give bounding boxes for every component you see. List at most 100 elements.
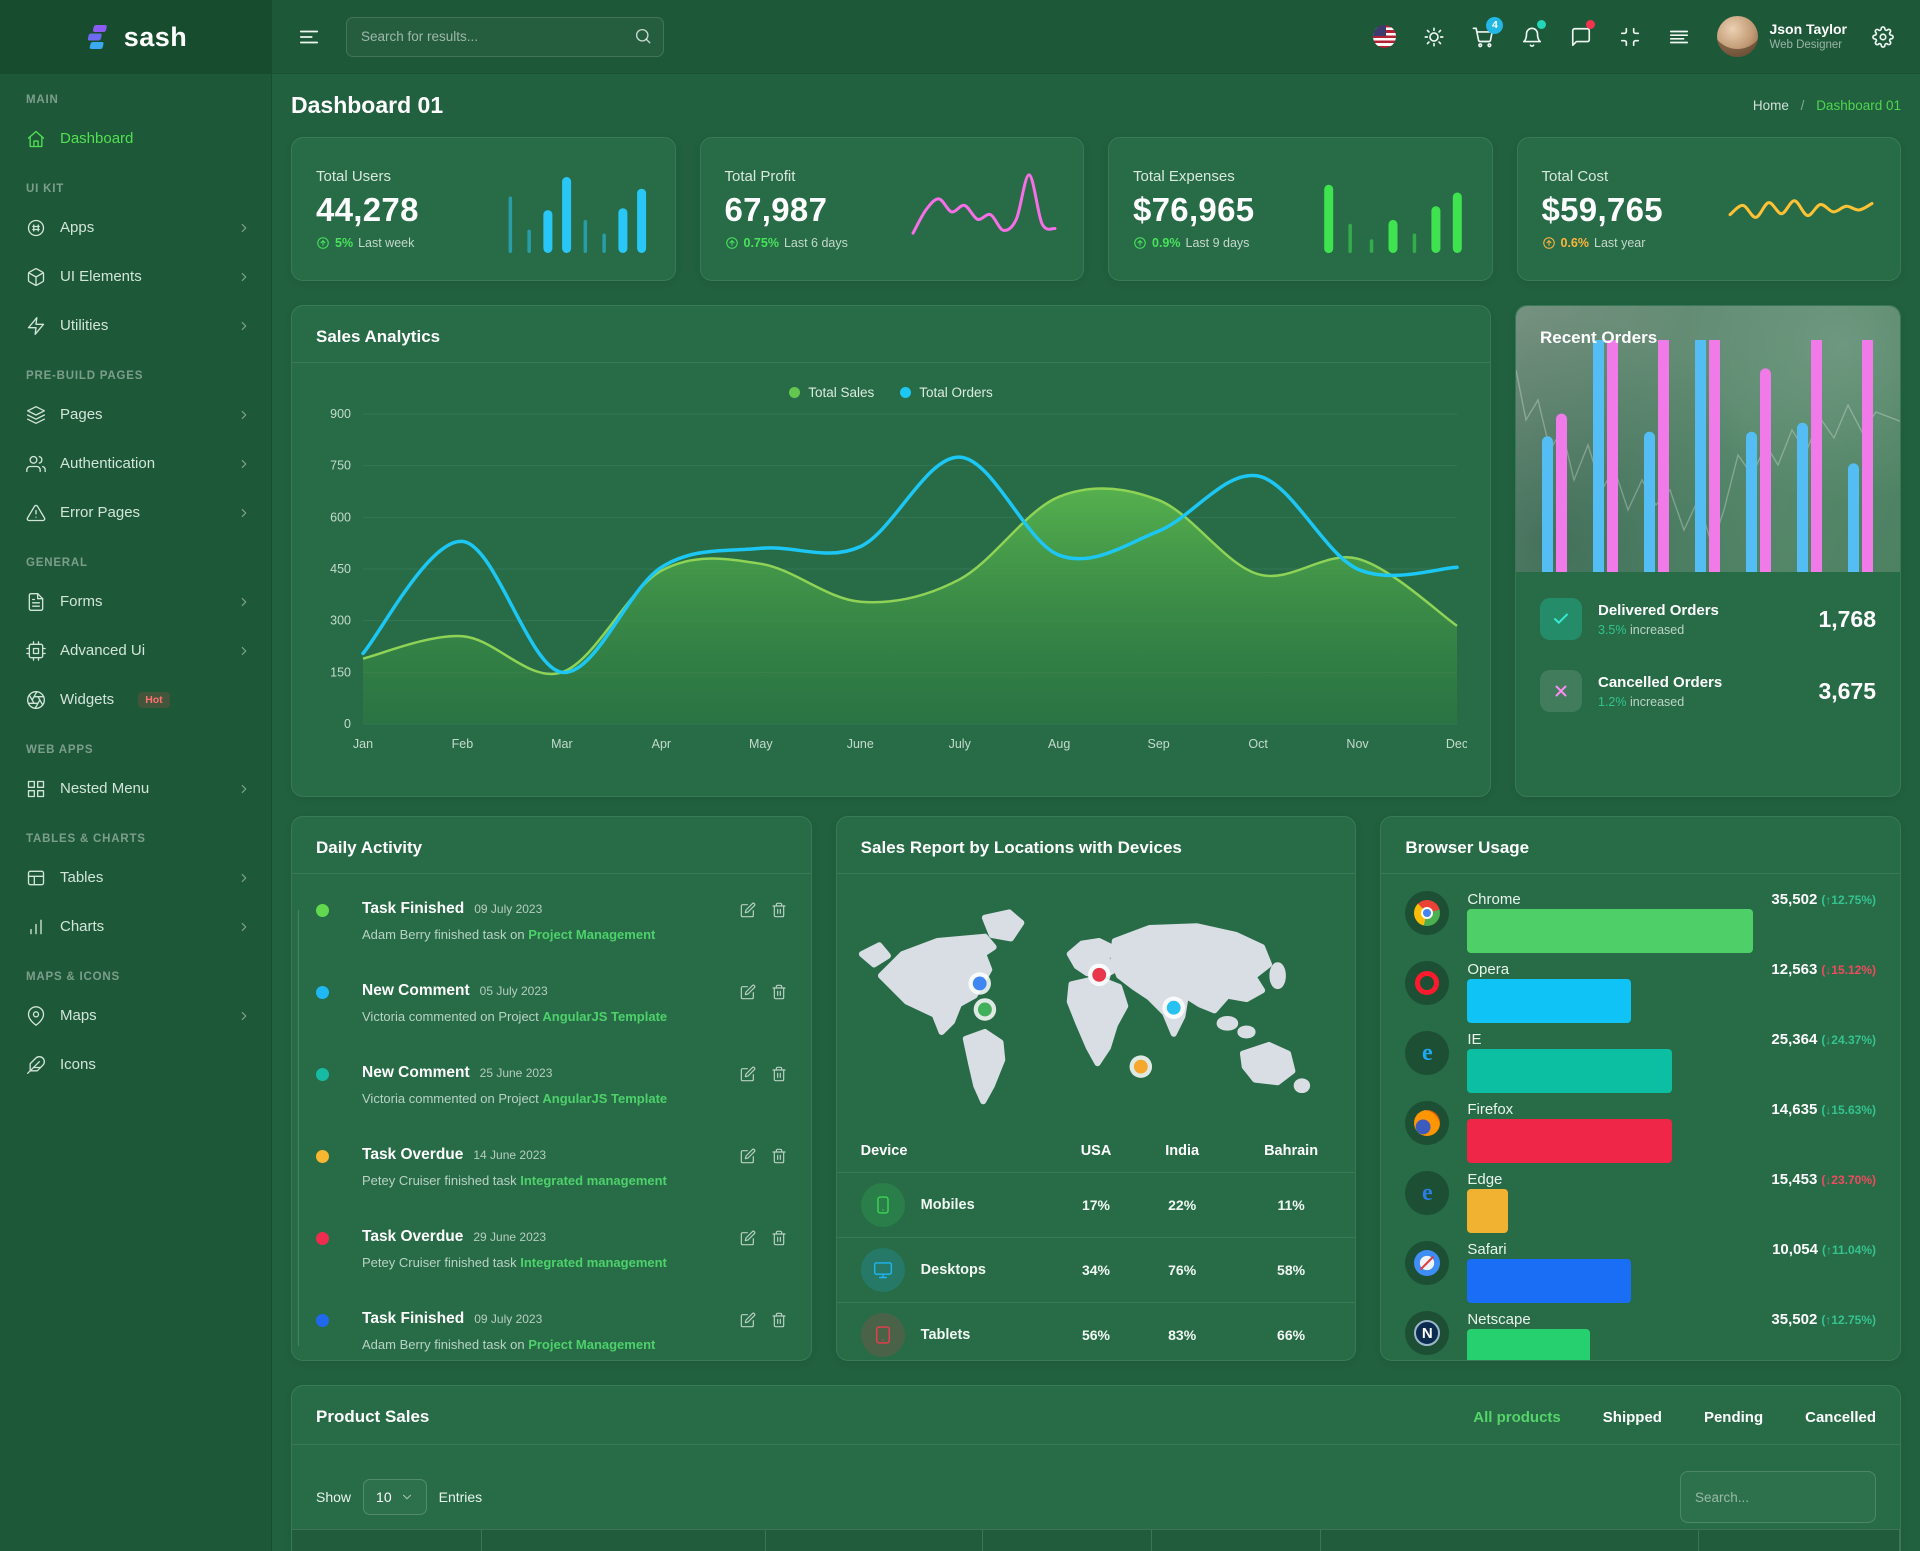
sidebar-item-error-pages[interactable]: Error Pages xyxy=(0,488,271,537)
trash-icon[interactable] xyxy=(771,1230,787,1246)
edit-icon[interactable] xyxy=(740,1148,756,1164)
sidebar-item-apps[interactable]: Apps xyxy=(0,203,271,252)
stat-value: 44,278 xyxy=(316,191,419,229)
browser-row-edge: e Edge 15,453(↓23.70%) xyxy=(1405,1158,1876,1228)
chevron-down-icon xyxy=(400,1490,414,1504)
brand-logo[interactable]: sash xyxy=(0,0,271,74)
tablet-icon xyxy=(861,1313,905,1357)
cart-icon[interactable]: 4 xyxy=(1472,25,1494,49)
trash-icon[interactable] xyxy=(771,1066,787,1082)
zap-icon xyxy=(26,316,46,336)
india-marker xyxy=(1162,996,1185,1019)
activity-link[interactable]: AngularJS Template xyxy=(542,1091,667,1106)
tab-all-products[interactable]: All products xyxy=(1473,1409,1561,1426)
brand-name: sash xyxy=(124,22,188,53)
header: 4 Json Taylor Web Designer xyxy=(272,0,1920,74)
theme-toggle-icon[interactable] xyxy=(1423,25,1445,49)
page-size-select[interactable]: 10 xyxy=(363,1479,427,1515)
table-column-divider xyxy=(983,1530,1152,1551)
sidebar-item-forms[interactable]: Forms xyxy=(0,577,271,626)
activity-panel-icon[interactable] xyxy=(1668,25,1690,49)
sidebar-item-advanced-ui[interactable]: Advanced Ui xyxy=(0,626,271,675)
activity-title: Task Finished09 July 2023 xyxy=(362,1310,787,1328)
stats-row: Total Users 44,278 5%Last week Total Pro… xyxy=(291,137,1901,281)
activity-title: Task Overdue29 June 2023 xyxy=(362,1228,787,1246)
sidebar-item-authentication[interactable]: Authentication xyxy=(0,439,271,488)
trash-icon[interactable] xyxy=(771,984,787,1000)
sidebar-item-pages[interactable]: Pages xyxy=(0,390,271,439)
sidebar-item-widgets[interactable]: WidgetsHot xyxy=(0,675,271,724)
activity-description: Petey Cruiser finished task Integrated m… xyxy=(362,1255,787,1270)
svg-text:Jan: Jan xyxy=(353,737,373,751)
edit-icon[interactable] xyxy=(740,1230,756,1246)
device-table-header: India xyxy=(1138,1130,1227,1173)
trash-icon[interactable] xyxy=(771,902,787,918)
svg-text:May: May xyxy=(749,737,773,751)
table-search-input[interactable] xyxy=(1680,1471,1876,1523)
breadcrumb-current[interactable]: Dashboard 01 xyxy=(1816,98,1901,113)
sidebar-item-dashboard[interactable]: Dashboard xyxy=(0,114,271,163)
sidebar-section-label: PRE-BUILD PAGES xyxy=(0,350,271,390)
browser-progress xyxy=(1467,1189,1876,1233)
sidebar-item-tables[interactable]: Tables xyxy=(0,853,271,902)
browser-value: 12,563 xyxy=(1771,961,1817,978)
chevron-right-icon xyxy=(237,319,251,333)
trash-icon[interactable] xyxy=(771,1312,787,1328)
sidebar-item-maps[interactable]: Maps xyxy=(0,991,271,1040)
status-dot xyxy=(1537,20,1546,29)
sidebar-item-label: Nested Menu xyxy=(60,780,149,797)
order-value: 3,675 xyxy=(1818,678,1876,705)
sidebar-item-ui-elements[interactable]: UI Elements xyxy=(0,252,271,301)
stat-delta: 0.6%Last year xyxy=(1542,236,1663,250)
chevron-right-icon xyxy=(237,408,251,422)
user-menu[interactable]: Json Taylor Web Designer xyxy=(1717,16,1847,57)
breadcrumb-home[interactable]: Home xyxy=(1753,98,1789,113)
activity-item: Task Finished09 July 2023 Adam Berry fin… xyxy=(316,1290,787,1361)
world-map[interactable] xyxy=(837,874,1356,1130)
sidebar-item-icons[interactable]: Icons xyxy=(0,1040,271,1089)
legend-item[interactable]: Total Orders xyxy=(900,385,993,400)
settings-button[interactable] xyxy=(1872,26,1894,48)
stat-card-total-profit: Total Profit 67,987 0.75%Last 6 days xyxy=(700,137,1085,281)
sidebar-section-label: UI KIT xyxy=(0,163,271,203)
page-size-value: 10 xyxy=(376,1489,392,1505)
activity-link[interactable]: Integrated management xyxy=(520,1173,667,1188)
activity-description: Victoria commented on Project AngularJS … xyxy=(362,1091,787,1106)
notifications-icon[interactable] xyxy=(1521,25,1543,49)
trash-icon[interactable] xyxy=(771,1148,787,1164)
activity-description: Petey Cruiser finished task Integrated m… xyxy=(362,1173,787,1188)
usa-marker xyxy=(973,998,996,1021)
edit-icon[interactable] xyxy=(740,1312,756,1328)
edit-icon[interactable] xyxy=(740,984,756,1000)
safari-icon xyxy=(1405,1241,1449,1285)
tab-cancelled[interactable]: Cancelled xyxy=(1805,1409,1876,1426)
activity-link[interactable]: Integrated management xyxy=(520,1255,667,1270)
activity-link[interactable]: Project Management xyxy=(528,927,655,942)
messages-icon[interactable] xyxy=(1570,25,1592,49)
sidebar-item-utilities[interactable]: Utilities xyxy=(0,301,271,350)
activity-link[interactable]: AngularJS Template xyxy=(542,1009,667,1024)
flag-icon[interactable] xyxy=(1373,25,1396,48)
edit-icon[interactable] xyxy=(740,1066,756,1082)
edit-icon[interactable] xyxy=(740,902,756,918)
chart-legend: Total Sales Total Orders xyxy=(292,363,1490,404)
legend-dot xyxy=(900,387,911,398)
search-icon[interactable] xyxy=(634,27,652,45)
search-input[interactable] xyxy=(346,17,664,57)
activity-link[interactable]: Project Management xyxy=(528,1337,655,1352)
tab-pending[interactable]: Pending xyxy=(1704,1409,1763,1426)
fullscreen-icon[interactable] xyxy=(1619,25,1641,49)
sidebar-item-label: Charts xyxy=(60,918,104,935)
sidebar-toggle-button[interactable] xyxy=(298,26,320,48)
browser-name: Chrome xyxy=(1467,891,1520,908)
legend-item[interactable]: Total Sales xyxy=(789,385,874,400)
tab-shipped[interactable]: Shipped xyxy=(1603,1409,1662,1426)
sidebar-item-nested-menu[interactable]: Nested Menu xyxy=(0,764,271,813)
activity-description: Adam Berry finished task on Project Mana… xyxy=(362,1337,787,1352)
legend-dot xyxy=(789,387,800,398)
chevron-right-icon xyxy=(237,221,251,235)
sidebar-item-charts[interactable]: Charts xyxy=(0,902,271,951)
opera-icon xyxy=(1405,961,1449,1005)
firefox-icon xyxy=(1405,1101,1449,1145)
app-root: sash MAIN DashboardUI KIT Apps UI Elemen… xyxy=(0,0,1920,1551)
